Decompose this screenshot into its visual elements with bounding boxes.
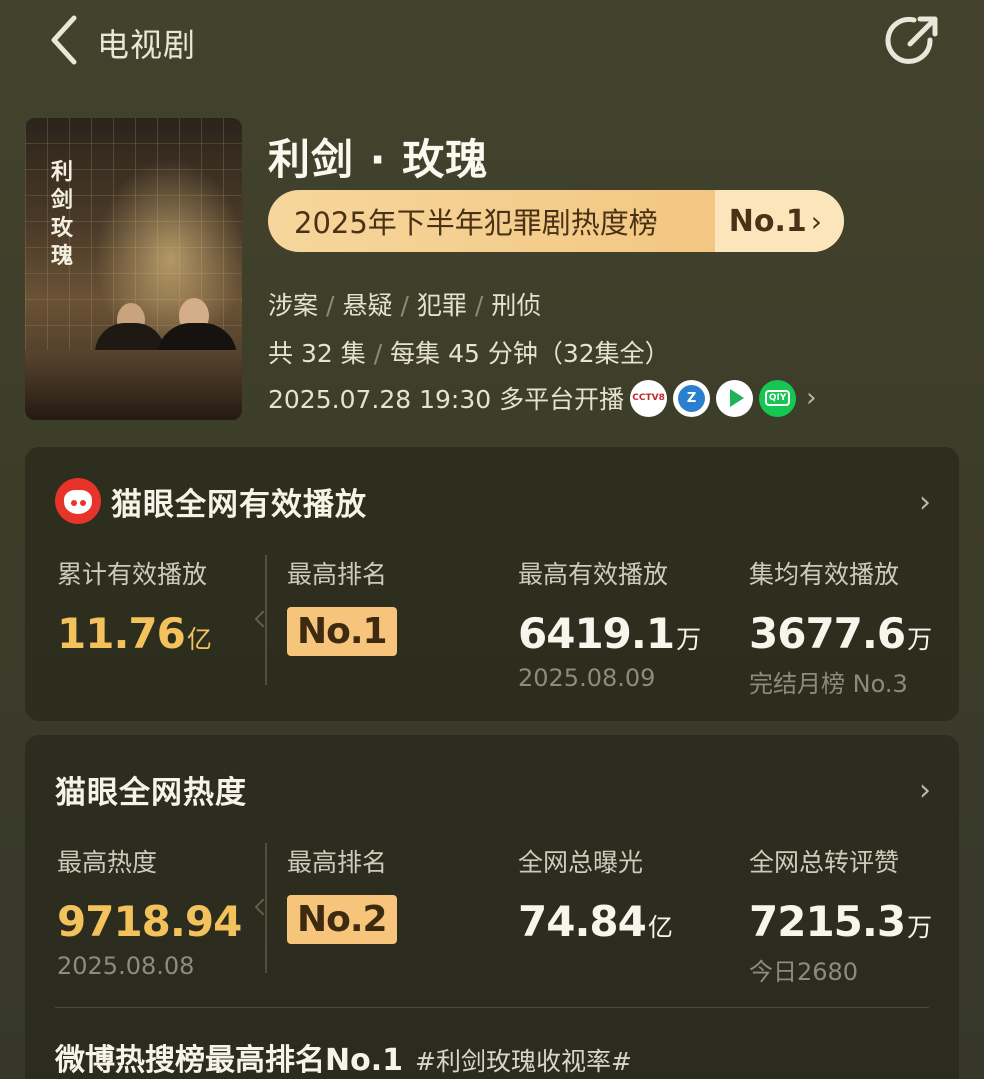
rank-number: No.1: [728, 203, 807, 239]
rank-badge: No.2: [287, 895, 397, 944]
stat-avg-plays: 集均有效播放 3677.6万 完结月榜 No.3: [749, 555, 932, 699]
stat-number: 74.84: [518, 897, 647, 946]
stat-label: 全网总曝光: [518, 848, 644, 877]
airdate-text: 2025.07.28 19:30 多平台开播: [268, 385, 625, 414]
stat-value: 7215.3万: [749, 897, 932, 946]
stat-label: 集均有效播放: [749, 560, 900, 589]
stat-number: 9718.94: [57, 897, 242, 946]
poster-desk: [25, 350, 242, 420]
stat-value: 9718.94: [57, 897, 242, 946]
cctv8-label: CCTV8: [632, 393, 665, 403]
stat-number: 11.76: [57, 609, 186, 658]
card-title: 猫眼全网有效播放: [111, 486, 367, 523]
zhejiang-tv-platform-icon: Z: [673, 379, 711, 417]
stat-subtext: 完结月榜 No.3: [749, 670, 908, 698]
show-title: 利剑 · 玫瑰: [268, 135, 489, 184]
zhejiang-logo: Z: [678, 384, 706, 412]
chevron-right-icon[interactable]: ›: [919, 773, 931, 808]
airdate-row[interactable]: 2025.07.28 19:30 多平台开播 CCTV8 Z QIY ›: [268, 379, 817, 417]
stat-top-rank: 最高排名 No.2: [287, 843, 397, 944]
chevron-right-icon: ›: [806, 383, 817, 413]
stat-unit: 万: [676, 625, 702, 654]
stat-top-rank: 最高排名 No.1: [287, 555, 397, 656]
stat-total-engagement: 全网总转评赞 7215.3万 今日2680: [749, 843, 932, 987]
rank-banner-label: 2025年下半年犯罪剧热度榜: [294, 206, 658, 240]
stat-value: 6419.1万: [518, 609, 701, 658]
share-button[interactable]: [884, 12, 942, 70]
episode-count: 共 32 集: [268, 339, 366, 368]
divider-notch: [254, 898, 272, 916]
rank-banner[interactable]: 2025年下半年犯罪剧热度榜 No.1 ›: [268, 190, 844, 252]
stat-subtext: 今日2680: [749, 958, 859, 986]
stat-value: 3677.6万: [749, 609, 932, 658]
page-title: 电视剧: [97, 26, 197, 64]
stat-peak-heat: 最高热度 9718.94 2025.08.08: [57, 843, 242, 980]
chevron-right-icon[interactable]: ›: [919, 485, 931, 520]
stat-subtext: 2025.08.09: [518, 664, 656, 692]
chevron-right-icon: ›: [810, 204, 822, 238]
back-button[interactable]: [44, 14, 88, 66]
card-header: 猫眼全网有效播放: [55, 477, 367, 525]
maoyan-play-card[interactable]: 猫眼全网有效播放 › 累计有效播放 11.76亿 最高排名 No.1 最高有效播…: [25, 447, 959, 721]
stat-unit: 亿: [186, 625, 212, 654]
genre-tag: 犯罪: [416, 291, 467, 320]
platform-list: CCTV8 Z QIY: [630, 379, 802, 417]
stat-label: 最高热度: [57, 848, 158, 877]
stat-unit: 万: [907, 625, 933, 654]
divider-notch: [254, 610, 272, 628]
stat-number: 3677.6: [749, 609, 906, 658]
stat-total-plays: 累计有效播放 11.76亿: [57, 555, 212, 658]
chevron-left-icon: [51, 15, 77, 65]
show-poster[interactable]: 利剑玫瑰: [25, 118, 242, 420]
iqiyi-platform-icon: QIY: [759, 379, 797, 417]
stat-label: 最高有效播放: [518, 560, 669, 589]
stat-label: 最高排名: [287, 560, 388, 589]
weibo-rank-text: 微博热搜榜最高排名No.1: [55, 1043, 403, 1078]
stat-unit: 亿: [647, 913, 673, 942]
cat-eye: [71, 500, 77, 506]
episode-info: 共 32 集 / 每集 45 分钟（32集全）: [268, 334, 670, 370]
stat-value: 74.84亿: [518, 897, 673, 946]
weibo-hashtag[interactable]: #利剑玫瑰收视率#: [415, 1047, 632, 1076]
episode-duration: 每集 45 分钟（32集全）: [390, 339, 670, 368]
separator: /: [474, 291, 484, 320]
stat-peak-plays: 最高有效播放 6419.1万 2025.08.09: [518, 555, 701, 692]
stat-unit: 万: [907, 913, 933, 942]
stat-number: 6419.1: [518, 609, 675, 658]
rank-banner-number: No.1 ›: [714, 190, 844, 252]
tencent-video-platform-icon: [716, 379, 754, 417]
stat-number: 7215.3: [749, 897, 906, 946]
cat-face: [64, 490, 92, 514]
stat-total-exposure: 全网总曝光 74.84亿: [518, 843, 673, 946]
genre-tag: 涉案: [268, 291, 319, 320]
stat-label: 累计有效播放: [57, 560, 208, 589]
card-title: 猫眼全网热度: [55, 774, 247, 811]
separator: /: [400, 291, 409, 320]
tencent-play-glyph: [729, 389, 744, 407]
stat-subtext: 2025.08.08: [57, 952, 195, 980]
top-bar: 电视剧: [0, 0, 984, 84]
share-icon: [885, 16, 938, 64]
genre-tag: 悬疑: [342, 291, 393, 320]
stat-label: 全网总转评赞: [749, 848, 900, 877]
divider: [254, 843, 272, 973]
rank-badge: No.1: [287, 607, 397, 656]
divider: [55, 1007, 929, 1008]
genre-tags: 涉案 / 悬疑 / 犯罪 / 刑侦: [268, 286, 541, 322]
genre-tag: 刑侦: [491, 291, 542, 320]
card-header: 猫眼全网热度: [55, 765, 247, 813]
maoyan-cat-icon: [55, 478, 101, 524]
stat-value: 11.76亿: [57, 609, 212, 658]
cctv8-platform-icon: CCTV8: [630, 379, 668, 417]
divider: [254, 555, 272, 685]
separator: /: [326, 291, 335, 320]
separator: /: [373, 339, 383, 368]
weibo-hot-search[interactable]: 微博热搜榜最高排名No.1 #利剑玫瑰收视率#: [55, 1035, 632, 1079]
cat-eye: [80, 500, 86, 506]
stat-label: 最高排名: [287, 848, 388, 877]
maoyan-heat-card[interactable]: 猫眼全网热度 › 最高热度 9718.94 2025.08.08 最高排名 No…: [25, 735, 959, 1079]
iqiyi-logo: QIY: [764, 390, 791, 406]
poster-title: 利剑玫瑰: [51, 159, 74, 269]
